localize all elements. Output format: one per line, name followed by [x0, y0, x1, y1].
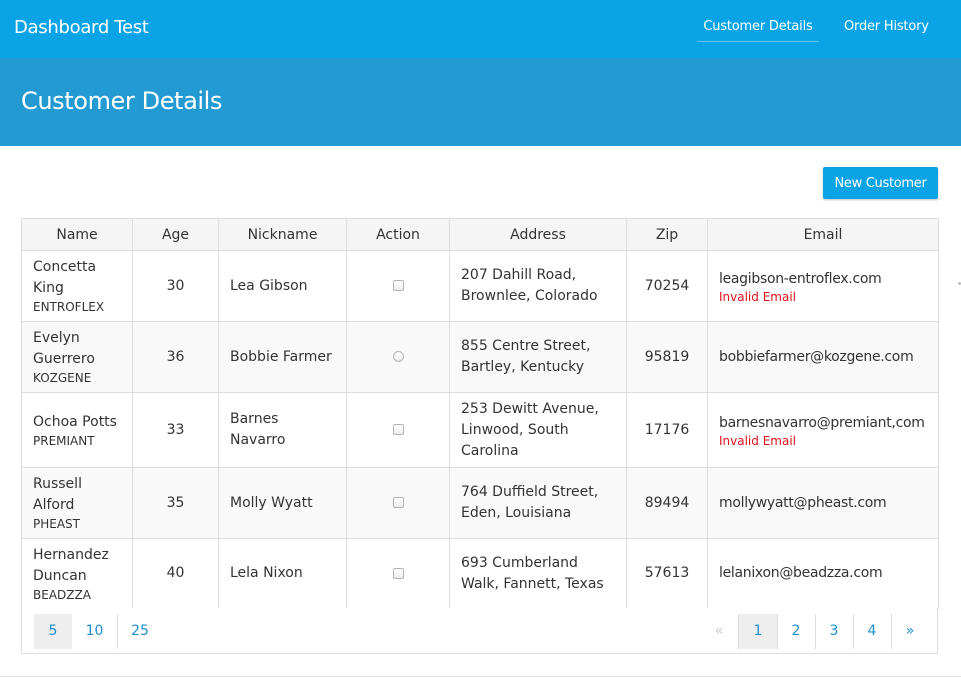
- email-error: Invalid Email: [719, 433, 796, 448]
- page-size-10[interactable]: 10: [72, 614, 117, 649]
- email-value: mollywyatt@pheast.com: [719, 494, 887, 511]
- email-cell: bobbiefarmer@kozgene.com: [707, 321, 939, 393]
- action-cell: [346, 538, 450, 609]
- address-cell: 764 Duffield Street, Eden, Louisiana: [449, 467, 627, 539]
- page-size-25[interactable]: 25: [118, 614, 162, 649]
- nickname-cell: Lea Gibson: [218, 250, 347, 322]
- table-row: Evelyn Guerrero KOZGENE 36 Bobbie Farmer…: [21, 321, 939, 393]
- email-cell: mollywyatt@pheast.com: [707, 467, 939, 539]
- address-cell: 253 Dewitt Avenue, Linwood, South Caroli…: [449, 392, 627, 468]
- top-navbar: Dashboard Test Customer Details Order Hi…: [0, 0, 961, 58]
- column-header-action[interactable]: Action: [346, 218, 450, 251]
- zip-cell: 89494: [626, 467, 708, 539]
- nav-order-history[interactable]: Order History: [844, 19, 929, 34]
- age-cell: 36: [132, 321, 219, 393]
- select-radio[interactable]: [392, 351, 404, 362]
- zip-cell: 70254: [626, 250, 708, 322]
- email-cell: leagibson-entroflex.com Invalid Email: [707, 250, 939, 322]
- email-cell: lelanixon@beadzza.com: [707, 538, 939, 609]
- page-button-4[interactable]: 4: [853, 614, 891, 649]
- page-size-5[interactable]: 5: [34, 614, 72, 649]
- zip-cell: 57613: [626, 538, 708, 609]
- table-row: Ochoa Potts PREMIANT 33 Barnes Navarro 2…: [21, 392, 939, 468]
- email-value: leagibson-entroflex.com: [719, 270, 882, 287]
- pagination-bar: 5 10 25 « 1 2 3 4 »: [21, 608, 938, 654]
- action-cell: [346, 321, 450, 393]
- column-header-email[interactable]: Email: [707, 218, 939, 251]
- email-error: Invalid Email: [719, 289, 796, 304]
- customer-name: Russell Alford: [33, 476, 82, 513]
- age-cell: 40: [132, 538, 219, 609]
- name-cell: Russell Alford PHEAST: [21, 467, 133, 539]
- name-cell: Concetta King ENTROFLEX: [21, 250, 133, 322]
- column-header-zip[interactable]: Zip: [626, 218, 708, 251]
- address-cell: 207 Dahill Road, Brownlee, Colorado: [449, 250, 627, 322]
- company-name: ENTROFLEX: [33, 300, 105, 314]
- table-row: Hernandez Duncan BEADZZA 40 Lela Nixon 6…: [21, 538, 939, 609]
- action-cell: [346, 250, 450, 322]
- age-cell: 30: [132, 250, 219, 322]
- age-cell: 33: [132, 392, 219, 468]
- new-customer-button[interactable]: New Customer: [823, 167, 938, 199]
- email-cell: barnesnavarro@premiant,com Invalid Email: [707, 392, 939, 468]
- select-checkbox[interactable]: [392, 280, 404, 291]
- customer-table: Name Age Nickname Action Address Zip Ema…: [21, 218, 939, 609]
- zip-cell: 17176: [626, 392, 708, 468]
- table-header-row: Name Age Nickname Action Address Zip Ema…: [21, 218, 939, 251]
- company-name: PREMIANT: [33, 433, 95, 448]
- page-button-3[interactable]: 3: [815, 614, 853, 649]
- column-header-address[interactable]: Address: [449, 218, 627, 251]
- customer-name: Ochoa Potts: [33, 413, 117, 430]
- table-row: Concetta King ENTROFLEX 30 Lea Gibson 20…: [21, 250, 939, 322]
- next-page-button[interactable]: »: [891, 614, 929, 649]
- nickname-cell: Molly Wyatt: [218, 467, 347, 539]
- page-title: Customer Details: [21, 87, 223, 115]
- column-header-name[interactable]: Name: [21, 218, 133, 251]
- nav-customer-details[interactable]: Customer Details: [697, 19, 819, 42]
- column-header-nickname[interactable]: Nickname: [218, 218, 347, 251]
- nickname-cell: Barnes Navarro: [218, 392, 347, 468]
- table-row: Russell Alford PHEAST 35 Molly Wyatt 764…: [21, 467, 939, 539]
- page-button-1[interactable]: 1: [739, 614, 777, 649]
- company-name: PHEAST: [33, 517, 80, 531]
- nickname-cell: Lela Nixon: [218, 538, 347, 609]
- prev-page-button[interactable]: «: [700, 614, 738, 649]
- company-name: KOZGENE: [33, 371, 92, 385]
- email-value: barnesnavarro@premiant,com: [719, 414, 925, 431]
- select-checkbox[interactable]: [392, 497, 404, 508]
- select-checkbox[interactable]: [392, 424, 404, 435]
- customer-name: Hernandez Duncan: [33, 546, 109, 584]
- action-cell: [346, 392, 450, 468]
- footer-divider: [0, 676, 961, 677]
- company-name: BEADZZA: [33, 587, 91, 602]
- page-button-2[interactable]: 2: [777, 614, 815, 649]
- address-cell: 693 Cumberland Walk, Fannett, Texas: [449, 538, 627, 609]
- page-header: Customer Details: [0, 58, 961, 146]
- customer-name: Concetta King: [33, 259, 97, 296]
- name-cell: Hernandez Duncan BEADZZA: [21, 538, 133, 609]
- address-cell: 855 Centre Street, Bartley, Kentucky: [449, 321, 627, 393]
- email-value: lelanixon@beadzza.com: [719, 565, 883, 581]
- nickname-cell: Bobbie Farmer: [218, 321, 347, 393]
- action-cell: [346, 467, 450, 539]
- app-title[interactable]: Dashboard Test: [14, 17, 149, 38]
- age-cell: 35: [132, 467, 219, 539]
- column-header-age[interactable]: Age: [132, 218, 219, 251]
- name-cell: Evelyn Guerrero KOZGENE: [21, 321, 133, 393]
- select-checkbox[interactable]: [392, 567, 404, 579]
- email-value: bobbiefarmer@kozgene.com: [719, 348, 914, 365]
- zip-cell: 95819: [626, 321, 708, 393]
- customer-name: Evelyn Guerrero: [33, 330, 95, 367]
- name-cell: Ochoa Potts PREMIANT: [21, 392, 133, 468]
